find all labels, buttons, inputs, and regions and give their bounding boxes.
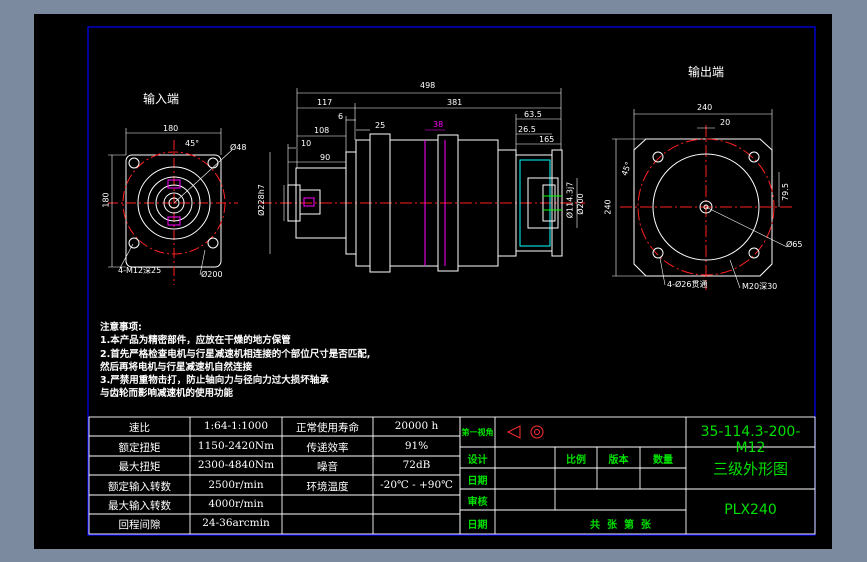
dim-front-117: 117 xyxy=(317,98,333,107)
notes-line: 3.严禁用重物击打，防止轴向力与径向力过大损坏轴承 xyxy=(100,375,329,387)
dim-front-10: 10 xyxy=(301,139,312,148)
notes-title: 注意事项: xyxy=(100,322,142,333)
dim-front-38: 38 xyxy=(433,120,444,129)
tb-projection: 第一视角 xyxy=(461,428,494,437)
dim-front-25: 25 xyxy=(375,121,386,130)
dim-input-phi48: Ø48 xyxy=(230,143,247,152)
tb-ratio: 比例 xyxy=(566,455,586,466)
tb-date1: 日期 xyxy=(467,476,488,487)
dim-output-20: 20 xyxy=(720,118,731,127)
dim-front-381: 381 xyxy=(447,98,463,107)
spec-label: 环境温度 xyxy=(306,481,349,493)
notes-block: 注意事项: 1.本产品为精密部件，应放在干燥的地方保管 2.首先严格检查电机与行… xyxy=(100,321,370,401)
spec-label: 传递效率 xyxy=(306,442,349,454)
spec-label: 最大输入转数 xyxy=(108,500,171,512)
dim-output-79-5: 79.5 xyxy=(780,183,790,201)
spec-value: 1150-2420Nm xyxy=(197,440,275,452)
spec-value: 1:64-1:1000 xyxy=(203,420,269,432)
dim-input-180-top: 180 xyxy=(163,124,179,133)
spec-label: 最大扭矩 xyxy=(118,461,161,473)
dim-output-240-side: 240 xyxy=(603,199,613,215)
dim-input-phi200: Ø200 xyxy=(201,270,223,279)
tb-review: 审核 xyxy=(467,497,488,508)
tb-model: PLX240 xyxy=(724,502,777,518)
spec-value: 2300-4840Nm xyxy=(197,459,275,471)
spec-label: 回程间隙 xyxy=(118,519,161,531)
spec-value: 91% xyxy=(404,440,429,452)
spec-label: 正常使用寿命 xyxy=(296,422,359,434)
notes-line: 然后再将电机与行星减速机自然连接 xyxy=(100,361,253,373)
dim-front-498: 498 xyxy=(420,81,436,90)
dim-front-26-5: 26.5 xyxy=(518,125,536,134)
dim-front-63-5: 63.5 xyxy=(524,110,542,119)
dim-input-thread: 4-M12深25 xyxy=(118,266,162,275)
tb-drawing-code: 35-114.3-200-M12 xyxy=(700,424,801,456)
dim-front-108: 108 xyxy=(314,126,330,135)
spec-value: 4000r/min xyxy=(208,498,264,510)
notes-line: 与齿轮而影响减速机的使用功能 xyxy=(100,388,234,400)
spec-value: 20000 h xyxy=(394,420,439,432)
dim-front-90: 90 xyxy=(320,153,331,162)
dim-output-240-top: 240 xyxy=(697,103,713,112)
tb-quantity: 数量 xyxy=(653,455,673,466)
dim-input-angle45: 45° xyxy=(185,139,200,148)
dim-front-6: 6 xyxy=(338,112,344,121)
tb-version: 版本 xyxy=(608,455,629,466)
dim-front-phi200: Ø200 xyxy=(575,193,585,215)
output-end-title: 输出端 xyxy=(688,65,725,79)
dim-front-phi228: Ø228h7 xyxy=(256,184,266,216)
spec-label: 额定输入转数 xyxy=(108,481,171,493)
tb-drawing-name: 三级外形图 xyxy=(712,460,788,478)
input-end-title: 输入端 xyxy=(143,92,180,106)
notes-line: 2.首先严格检查电机与行星减速机相连接的个部位尺寸是否匹配, xyxy=(100,348,371,360)
notes-line: 1.本产品为精密部件，应放在干燥的地方保管 xyxy=(100,335,291,347)
tb-date2: 日期 xyxy=(467,520,488,531)
tb-sheets: 共 张 第 张 xyxy=(590,520,651,531)
dim-front-phi114: Ø114.3j7 xyxy=(565,181,575,219)
dim-output-m20: M20深30 xyxy=(742,282,778,291)
spec-value: -20℃ - +90℃ xyxy=(380,479,453,491)
spec-label: 额定扭矩 xyxy=(118,442,161,454)
spec-label: 速比 xyxy=(129,422,150,434)
spec-value: 2500r/min xyxy=(208,479,264,491)
spec-value: 24-36arcmin xyxy=(202,517,270,529)
spec-label: 噪音 xyxy=(317,461,338,473)
dim-output-phi65: Ø65 xyxy=(786,240,803,249)
spec-value: 72dB xyxy=(402,459,431,471)
dim-front-165: 165 xyxy=(539,135,555,144)
dim-output-holes: 4-Ø26贯通 xyxy=(667,280,708,289)
dim-input-180-side: 180 xyxy=(101,192,111,208)
tb-design: 设计 xyxy=(467,455,488,466)
